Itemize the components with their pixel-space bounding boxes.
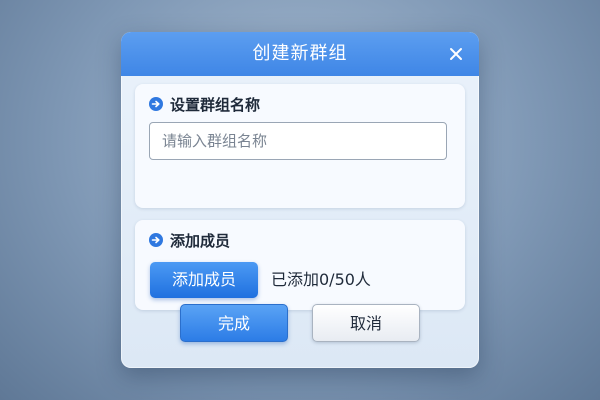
member-count-text: 已添加0/50人 [271,270,371,289]
cancel-button[interactable]: 取消 [312,304,420,342]
dialog-titlebar: 创建新群组 [121,32,479,76]
arrow-right-circle-icon [149,233,163,247]
add-members-button[interactable]: 添加成员 [150,262,258,298]
dialog-title: 创建新群组 [252,43,348,64]
group-name-title: 设置群组名称 [170,95,261,114]
add-members-title: 添加成员 [170,231,231,250]
add-members-header: 添加成员 [149,230,230,250]
close-icon[interactable] [445,43,467,65]
create-group-dialog: 创建新群组 设置群组名称 请输入群组名称 添加成员 添加成员 已添加0/50人 … [121,32,479,368]
ok-button[interactable]: 完成 [180,304,288,342]
group-name-section: 设置群组名称 [135,84,465,208]
group-name-header: 设置群组名称 [149,94,260,114]
arrow-right-circle-icon [149,97,163,111]
group-name-input[interactable] [149,122,447,160]
add-members-section: 添加成员 添加成员 已添加0/50人 [135,220,465,310]
